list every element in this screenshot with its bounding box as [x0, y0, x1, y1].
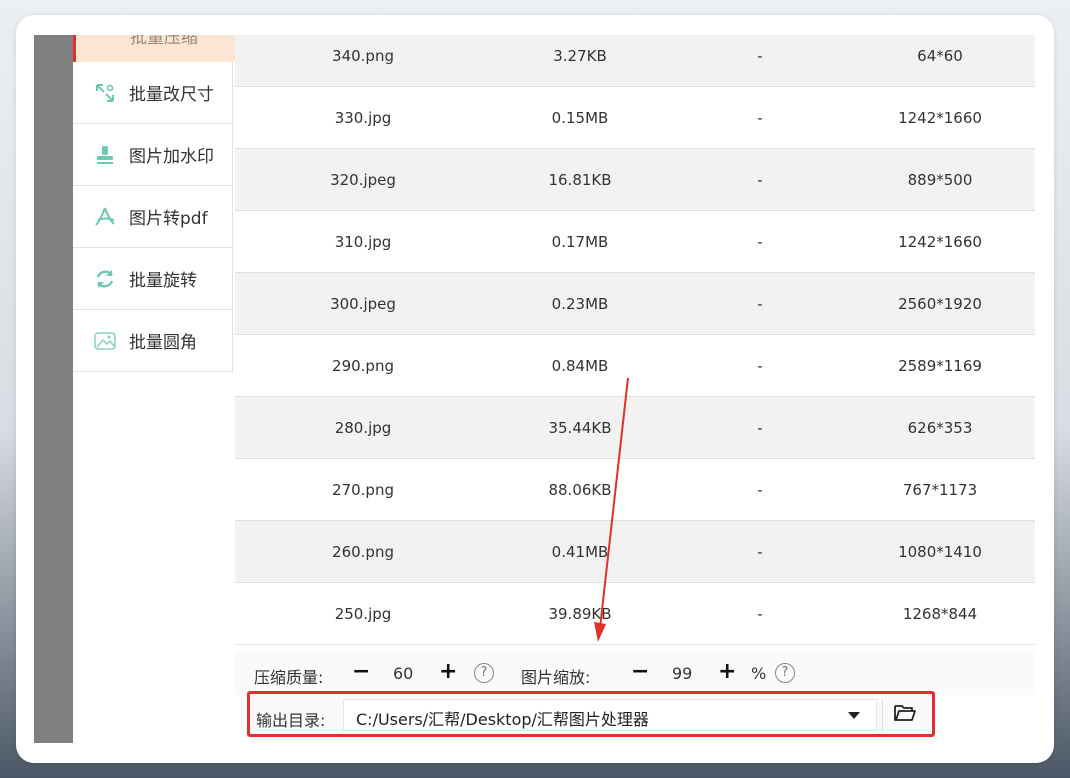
file-size: 0.17MB	[551, 232, 609, 251]
file-dimensions: 626*353	[907, 418, 973, 437]
output-directory-label: 输出目录:	[256, 711, 326, 730]
quality-label: 压缩质量:	[254, 668, 324, 687]
scale-label: 图片缩放:	[521, 668, 591, 687]
file-size: 88.06KB	[548, 480, 612, 499]
file-size: 0.23MB	[551, 294, 609, 313]
file-status: -	[757, 294, 763, 313]
folder-open-icon	[893, 703, 917, 727]
file-size: 35.44KB	[548, 418, 612, 437]
file-dimensions: 2560*1920	[898, 294, 982, 313]
sidebar: 批量压缩 批量改尺寸 图片加水印 图片转pdf 批量旋转 批量圆角	[73, 35, 235, 743]
pdf-icon	[93, 205, 117, 229]
quality-help-icon[interactable]: ?	[474, 663, 494, 683]
file-status: -	[757, 604, 763, 623]
scale-decrease-button[interactable]: −	[631, 659, 649, 684]
sidebar-item-round-corner[interactable]: 批量圆角	[73, 310, 233, 372]
watermark-stamp-icon	[93, 143, 117, 167]
scale-help-icon[interactable]: ?	[775, 663, 795, 683]
sidebar-item-batch-compress[interactable]: 批量压缩	[73, 35, 235, 62]
file-dimensions: 767*1173	[902, 480, 978, 499]
sidebar-item-label: 批量圆角	[129, 333, 197, 353]
table-row[interactable]: 320.jpeg 16.81KB - 889*500	[235, 149, 1035, 211]
sidebar-item-label: 图片加水印	[129, 147, 214, 167]
table-row[interactable]: 250.jpg 39.89KB - 1268*844	[235, 583, 1035, 645]
file-size: 39.89KB	[548, 604, 612, 623]
left-gutter	[34, 35, 73, 743]
file-name: 300.jpeg	[330, 294, 396, 313]
file-size: 0.41MB	[551, 542, 609, 561]
file-name: 270.png	[332, 480, 394, 499]
file-name: 280.jpg	[334, 418, 392, 437]
file-size: 0.84MB	[551, 356, 609, 375]
sidebar-item-label: 批量旋转	[129, 271, 197, 291]
table-row[interactable]: 260.png 0.41MB - 1080*1410	[235, 521, 1035, 583]
file-status: -	[757, 542, 763, 561]
output-path-select[interactable]: C:/Users/汇帮/Desktop/汇帮图片处理器	[343, 699, 877, 731]
sidebar-item-label: 图片转pdf	[129, 209, 208, 229]
sidebar-item-watermark[interactable]: 图片加水印	[73, 124, 233, 186]
chevron-down-icon[interactable]	[848, 712, 860, 719]
output-path-value: C:/Users/汇帮/Desktop/汇帮图片处理器	[356, 710, 649, 729]
file-name: 320.jpeg	[330, 170, 396, 189]
sidebar-item-rotate[interactable]: 批量旋转	[73, 248, 233, 310]
sidebar-item-to-pdf[interactable]: 图片转pdf	[73, 186, 233, 248]
table-row[interactable]: 300.jpeg 0.23MB - 2560*1920	[235, 273, 1035, 335]
table-row[interactable]: 330.jpg 0.15MB - 1242*1660	[235, 87, 1035, 149]
file-dimensions: 2589*1169	[898, 356, 982, 375]
file-dimensions: 1268*844	[902, 604, 978, 623]
table-row[interactable]: 280.jpg 35.44KB - 626*353	[235, 397, 1035, 459]
file-status: -	[757, 356, 763, 375]
file-name: 310.jpg	[334, 232, 392, 251]
file-size: 3.27KB	[553, 46, 607, 65]
file-name: 260.png	[332, 542, 394, 561]
file-status: -	[757, 480, 763, 499]
compress-controls: 压缩质量: − 60 + ? 图片缩放: − 99 + % ?	[235, 651, 1035, 695]
file-name: 330.jpg	[334, 108, 392, 127]
file-dimensions: 889*500	[907, 170, 973, 189]
sidebar-item-label: 批量改尺寸	[129, 85, 214, 105]
table-row[interactable]: 290.png 0.84MB - 2589*1169	[235, 335, 1035, 397]
quality-increase-button[interactable]: +	[439, 659, 457, 684]
file-status: -	[757, 108, 763, 127]
file-dimensions: 1080*1410	[898, 542, 982, 561]
scale-value[interactable]: 99	[672, 664, 692, 683]
file-name: 290.png	[332, 356, 394, 375]
file-size: 0.15MB	[551, 108, 609, 127]
browse-folder-button[interactable]	[882, 699, 927, 731]
quality-decrease-button[interactable]: −	[352, 659, 370, 684]
output-directory-row: 输出目录: C:/Users/汇帮/Desktop/汇帮图片处理器	[247, 691, 935, 737]
file-table: 340.png 3.27KB - 64*60 330.jpg 0.15MB - …	[235, 35, 1035, 651]
sidebar-item-batch-resize[interactable]: 批量改尺寸	[73, 62, 233, 124]
file-dimensions: 64*60	[917, 46, 963, 65]
file-dimensions: 1242*1660	[898, 232, 982, 251]
table-row[interactable]: 310.jpg 0.17MB - 1242*1660	[235, 211, 1035, 273]
sidebar-item-label: 批量压缩	[130, 35, 198, 48]
file-dimensions: 1242*1660	[898, 108, 982, 127]
rounded-image-icon	[93, 329, 117, 353]
resize-icon	[93, 81, 117, 105]
quality-value[interactable]: 60	[393, 664, 413, 683]
file-status: -	[757, 232, 763, 251]
table-row[interactable]: 270.png 88.06KB - 767*1173	[235, 459, 1035, 521]
file-status: -	[757, 418, 763, 437]
percent-sign: %	[751, 664, 767, 683]
scale-increase-button[interactable]: +	[718, 659, 736, 684]
file-size: 16.81KB	[548, 170, 612, 189]
file-name: 250.jpg	[334, 604, 392, 623]
table-row[interactable]: 340.png 3.27KB - 64*60	[235, 35, 1035, 87]
file-status: -	[757, 170, 763, 189]
rotate-icon	[93, 267, 117, 291]
file-name: 340.png	[332, 46, 394, 65]
file-status: -	[757, 46, 763, 65]
